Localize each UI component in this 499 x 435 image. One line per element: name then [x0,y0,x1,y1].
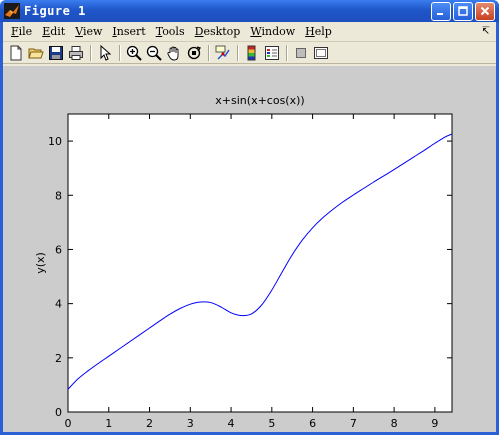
figure-client-area: File Edit View Insert Tools Desktop Wind… [3,22,496,432]
new-figure-button[interactable] [6,44,25,62]
plot-svg[interactable]: x+sin(x+cos(x)) x y(x) 01234567890246810 [3,66,496,432]
x-tick-label: 3 [187,417,194,430]
double-chevron-icon[interactable]: ↸ [482,26,490,37]
legend-icon [264,45,279,60]
menu-view[interactable]: View [70,25,107,38]
menu-insert[interactable]: Insert [107,25,150,38]
axes-background[interactable] [67,113,453,413]
zoom-out-button[interactable] [144,44,163,62]
maximize-button[interactable] [453,1,473,21]
x-tick-label: 2 [146,417,153,430]
data-cursor-button[interactable] [213,44,232,62]
menu-desktop[interactable]: Desktop [190,25,246,38]
figure-toolbar [3,42,496,64]
figure-window: Figure 1 File Edit View Insert Tools Des… [0,0,499,435]
close-button[interactable] [475,1,495,21]
x-tick-label: 8 [391,417,398,430]
x-tick-label: 4 [228,417,235,430]
insert-legend-button[interactable] [262,44,281,62]
menu-window[interactable]: Window [245,25,300,38]
open-file-button[interactable] [26,44,45,62]
insert-colorbar-button[interactable] [242,44,261,62]
y-tick-label: 10 [48,135,62,148]
edit-plot-button[interactable] [95,44,114,62]
minimize-button[interactable] [431,1,451,21]
toolbar-separator [90,44,91,61]
menu-edit[interactable]: Edit [37,25,70,38]
print-figure-button[interactable] [66,44,85,62]
zoom-in-button[interactable] [124,44,143,62]
matlab-logo-icon [4,3,20,19]
open-folder-icon [27,48,44,58]
colorbar-icon [247,45,255,60]
x-tick-label: 9 [431,417,438,430]
toolbar-separator [237,44,238,61]
x-tick-label: 0 [65,417,72,430]
show-tools-icon [313,46,328,59]
title-bar[interactable]: Figure 1 [0,0,499,22]
rotate-3d-button[interactable] [184,44,203,62]
save-disk-icon [48,45,63,60]
toolbar-separator [208,44,209,61]
menu-tools[interactable]: Tools [151,25,190,38]
minimize-icon [437,13,443,15]
y-tick-label: 0 [55,406,62,419]
data-cursor-icon [215,45,230,59]
x-tick-label: 1 [105,417,112,430]
close-icon [480,6,490,16]
menu-file[interactable]: File [6,25,37,38]
pan-button[interactable] [164,44,183,62]
toolbar-separator [119,44,120,61]
x-tick-label: 5 [268,417,275,430]
y-tick-label: 2 [55,352,62,365]
y-tick-label: 6 [55,243,62,256]
maximize-icon [458,6,468,16]
menu-bar: File Edit View Insert Tools Desktop Wind… [3,22,496,42]
plot-title: x+sin(x+cos(x)) [215,94,304,107]
hide-tools-icon [295,47,306,58]
hide-plot-tools-button[interactable] [291,44,310,62]
printer-icon [68,45,83,60]
arrow-pointer-icon [100,44,111,61]
y-axis-label: y(x) [34,252,47,274]
y-tick-label: 8 [55,189,62,202]
zoom-out-icon [146,45,162,61]
hand-icon [166,46,178,60]
zoom-in-icon [126,45,142,61]
save-figure-button[interactable] [46,44,65,62]
new-file-icon [10,45,21,60]
window-title: Figure 1 [24,4,86,18]
x-tick-label: 6 [309,417,316,430]
menu-help[interactable]: Help [300,25,337,38]
show-plot-tools-button[interactable] [311,44,330,62]
rotate-icon [187,45,201,59]
x-tick-label: 7 [350,417,357,430]
y-tick-label: 4 [55,298,62,311]
toolbar-separator [286,44,287,61]
figure-canvas[interactable]: x+sin(x+cos(x)) x y(x) 01234567890246810 [3,66,496,432]
